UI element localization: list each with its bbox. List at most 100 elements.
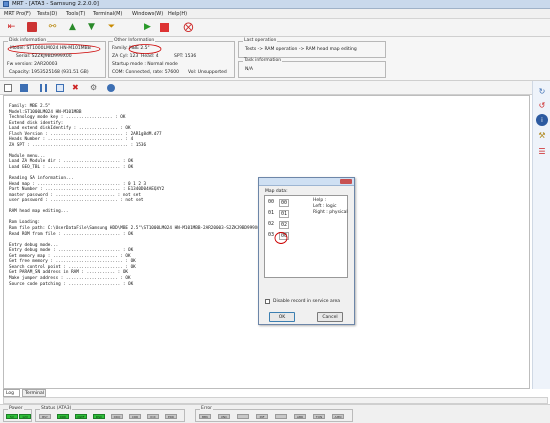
- other-info-group: Other Information Family: MBE 2.5" ZA Cy…: [108, 38, 235, 78]
- pause-icon[interactable]: [40, 84, 47, 92]
- disk-fw: Fw version: 2AR20003: [7, 62, 58, 67]
- head-count: Head: 4: [141, 54, 159, 59]
- cancel-button[interactable]: Cancel: [317, 312, 343, 322]
- window-title: MRT - [ATA3 - Samsung 2.2.0.0]: [12, 1, 99, 7]
- disable-record-label: Disable record in service area: [273, 299, 341, 304]
- status-led: DRQ: [111, 414, 123, 419]
- task-info-group: Task information N/A: [238, 58, 386, 78]
- error-led: ABR: [294, 414, 306, 419]
- refresh-icon[interactable]: ↻: [536, 85, 548, 97]
- help-heading: Help :: [313, 198, 327, 203]
- status-led: BSY: [39, 414, 51, 419]
- led-12v: 12V: [19, 414, 31, 419]
- task-info-text: N/A: [245, 67, 253, 72]
- eject-icon[interactable]: ⏷: [106, 22, 117, 33]
- edit-list-icon[interactable]: ☰: [536, 145, 548, 157]
- status-bar: Power 5V 12V Status (ATA3) BSY DRD DWF DSC D…: [0, 404, 550, 423]
- status-led: ERR: [165, 414, 177, 419]
- menu-help[interactable]: Help(H): [168, 11, 187, 17]
- page-icon[interactable]: [4, 84, 12, 92]
- toolbar: ⇤ ⚯ ▲ ▼ ⏷ ▶ ⨂: [0, 19, 550, 37]
- disable-record-checkbox[interactable]: [265, 299, 270, 304]
- copy-icon[interactable]: [56, 84, 64, 92]
- app-icon: [3, 1, 9, 7]
- menu-mrt[interactable]: MRT Pro(F): [4, 11, 31, 17]
- vol-status: Vol: Unsupported: [188, 70, 227, 75]
- highlight-ellipse: [274, 232, 288, 244]
- horizontal-scrollbar[interactable]: [3, 397, 548, 404]
- menu-terminal[interactable]: Terminal(M): [93, 11, 122, 17]
- last-operation-group: Last operation Tests -> RAM operation ->…: [238, 38, 386, 58]
- ok-button[interactable]: OK: [269, 312, 295, 322]
- startup-mode: Startup mode : Normal mode: [112, 62, 178, 67]
- info-panel: Disk information Model: ST1000LM024 HN-M…: [0, 37, 550, 81]
- menu-tests[interactable]: Tests(D): [37, 11, 57, 17]
- status-led: IDX: [147, 414, 159, 419]
- right-sidebar: ↻ ↺ i ⚒ ☰: [532, 81, 550, 389]
- close-button[interactable]: [340, 179, 352, 184]
- map-row-value[interactable]: 01: [279, 210, 290, 218]
- status-led: DWF: [75, 414, 87, 419]
- menu-tools[interactable]: Tools(T): [66, 11, 85, 17]
- menu-windows[interactable]: Windows(W): [132, 11, 163, 17]
- map-data-box: 00 00 01 01 02 02 03 00 Help : Left : logic Rig…: [264, 195, 348, 278]
- settings-icon[interactable]: ⚙: [90, 84, 98, 92]
- map-row-index: 02: [268, 221, 275, 227]
- help-right: Right : physical: [313, 210, 348, 215]
- play-icon[interactable]: ▶: [142, 22, 153, 33]
- ata-status-group: Status (ATA3) BSY DRD DWF DSC DRQ CRR IDX ERR: [35, 406, 185, 422]
- power-group: Power 5V 12V: [3, 406, 32, 422]
- power-icon[interactable]: ⨂: [183, 22, 194, 33]
- status-label: Status (ATA3): [40, 406, 73, 411]
- dialog-title-bar: [259, 178, 354, 186]
- com-status: COM: Connected, rate: 57600: [112, 70, 180, 75]
- task-info-title: Task information: [243, 58, 283, 63]
- tab-log[interactable]: Log: [3, 389, 20, 397]
- bottom-tabs: Log Terminal: [3, 389, 163, 397]
- error-led: INF: [256, 414, 268, 419]
- last-operation-text: Tests -> RAM operation -> RAM head map e…: [245, 47, 357, 52]
- map-row-index: 00: [268, 199, 275, 205]
- document-toolbar: ✖ ⚙: [0, 81, 550, 95]
- title-bar: MRT - [ATA3 - Samsung 2.2.0.0]: [0, 0, 550, 9]
- tab-terminal[interactable]: Terminal: [22, 389, 46, 397]
- tool-icon[interactable]: ⚒: [536, 129, 548, 141]
- error-led: [237, 414, 249, 419]
- error-led: AMN: [332, 414, 344, 419]
- status-led: CRR: [129, 414, 141, 419]
- disk-serial: Serial: S2ZKJ9BD999X00: [16, 54, 72, 59]
- menu-bar: MRT Pro(F) Tests(D) Tools(T) Terminal(M)…: [0, 9, 550, 19]
- za-cyl: ZA Cyl: 123: [112, 54, 139, 59]
- map-row-index: 01: [268, 210, 275, 216]
- stop-square-icon[interactable]: [160, 23, 169, 32]
- error-led: [275, 414, 287, 419]
- error-led: UNC: [218, 414, 230, 419]
- help-left: Left : logic: [313, 204, 337, 209]
- disk-capacity: Capacity: 1953525168 (931.51 GB): [9, 70, 89, 75]
- status-led: DRD: [57, 414, 69, 419]
- spt: SPT: 1536: [174, 54, 197, 59]
- info-icon[interactable]: [107, 84, 115, 92]
- error-label: Error: [200, 406, 213, 411]
- disk-info-group: Disk information Model: ST1000LM024 HN-M…: [3, 38, 106, 78]
- error-led: BBK: [199, 414, 211, 419]
- upload-icon[interactable]: ▲: [67, 22, 78, 33]
- delete-icon[interactable]: ✖: [72, 84, 80, 92]
- last-operation-title: Last operation: [243, 38, 278, 43]
- back-icon[interactable]: ⇤: [6, 22, 17, 33]
- download-icon[interactable]: ▼: [86, 22, 97, 33]
- error-group: Error BBK UNC INF ABR TON AMN: [195, 406, 353, 422]
- led-5v: 5V: [6, 414, 18, 419]
- save-icon[interactable]: [20, 84, 28, 92]
- map-data-label: Map data:: [265, 189, 288, 194]
- error-led: TON: [313, 414, 325, 419]
- status-led: DSC: [93, 414, 105, 419]
- map-row-value[interactable]: 00: [279, 199, 290, 207]
- map-dialog: Map data: 00 00 01 01 02 02 03 00 Help : Left :…: [258, 177, 355, 325]
- undo-icon[interactable]: ↺: [536, 99, 548, 111]
- map-row-value[interactable]: 02: [279, 221, 290, 229]
- unlock-icon[interactable]: ⚯: [47, 22, 58, 33]
- info-icon[interactable]: i: [536, 114, 548, 126]
- stop-icon[interactable]: [27, 22, 37, 32]
- power-label: Power: [8, 406, 24, 411]
